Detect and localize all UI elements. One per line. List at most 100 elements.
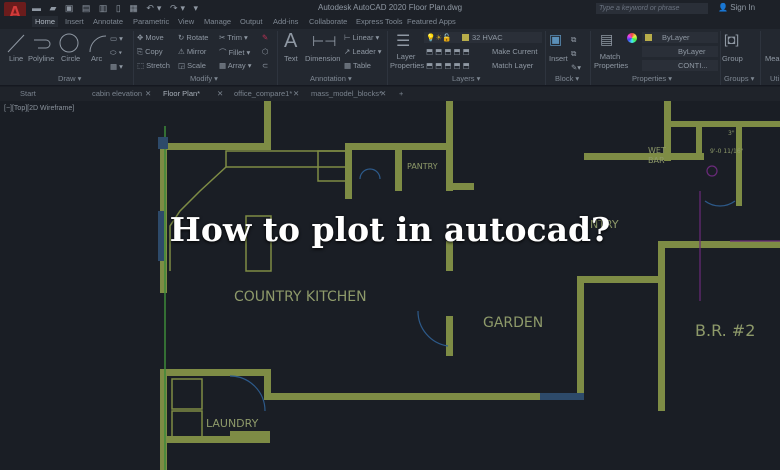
drawing-canvas[interactable]: PANTRY WET BAR 9'-0 11/16" 3" COUNTRY KI… bbox=[0, 101, 780, 470]
make-current-button[interactable]: Make Current bbox=[492, 47, 537, 56]
measure-button[interactable]: Meas bbox=[765, 54, 780, 63]
block-tools-icons[interactable]: ⧉ ⧉ ✎▾ bbox=[571, 33, 581, 75]
new-tab-button[interactable]: + bbox=[399, 89, 403, 98]
search-input[interactable]: Type a keyword or phrase bbox=[596, 3, 708, 14]
doc-tab-office-compare[interactable]: office_compare1* bbox=[234, 89, 292, 98]
title-bar: A ▬ ▰ ▣ ▤ ▥ ▯ ▦ ↶▾ ↷▾ ▾ Autodesk AutoCAD… bbox=[0, 0, 780, 24]
close-icon[interactable]: ✕ bbox=[380, 89, 386, 98]
close-icon[interactable]: ✕ bbox=[145, 89, 151, 98]
rectangle-button[interactable]: ▭ ▾ bbox=[110, 34, 123, 43]
pantry-label: PANTRY bbox=[407, 162, 438, 171]
insert-icon[interactable]: ▣ bbox=[549, 31, 562, 48]
layer-tools-icons-2[interactable]: ⬒ ⬒ ⬒ ⬒ ⬒ bbox=[426, 61, 470, 70]
explode-icon[interactable]: ⬡ bbox=[262, 47, 269, 56]
scale-icon: ◲ bbox=[178, 61, 188, 70]
erase-icon[interactable]: ✎ bbox=[262, 33, 268, 42]
sign-in-button[interactable]: 👤 Sign In bbox=[718, 3, 755, 12]
layer-properties-button[interactable]: Layer Properties bbox=[390, 52, 424, 70]
block-panel-label[interactable]: Block ▾ bbox=[555, 74, 579, 83]
layers-panel-label[interactable]: Layers ▾ bbox=[452, 74, 480, 83]
scale-button[interactable]: ◲ Scale bbox=[178, 61, 206, 70]
groups-panel-label[interactable]: Groups ▾ bbox=[724, 74, 754, 83]
layer-dropdown[interactable]: 💡☀🔓 32 HVAC bbox=[424, 32, 542, 43]
fillet-button[interactable]: ⌒ Fillet ▾ bbox=[219, 47, 250, 58]
tab-featured-apps[interactable]: Featured Apps bbox=[407, 17, 456, 26]
tab-insert[interactable]: Insert bbox=[65, 17, 84, 26]
fillet-icon: ⌒ bbox=[219, 48, 229, 57]
modify-panel-label[interactable]: Modify ▾ bbox=[190, 74, 218, 83]
text-icon[interactable]: A bbox=[284, 30, 297, 53]
tab-express-tools[interactable]: Express Tools bbox=[356, 17, 403, 26]
tab-annotate[interactable]: Annotate bbox=[93, 17, 123, 26]
group-icon[interactable]: [◘] bbox=[724, 32, 739, 47]
properties-panel-label[interactable]: Properties ▾ bbox=[632, 74, 672, 83]
array-icon: ▦ bbox=[219, 61, 228, 70]
tab-home[interactable]: Home bbox=[32, 16, 59, 27]
table-button[interactable]: ▦ Table bbox=[344, 61, 371, 70]
table-icon: ▦ bbox=[344, 61, 354, 70]
insert-button[interactable]: Insert bbox=[549, 54, 568, 63]
tab-view[interactable]: View bbox=[178, 17, 194, 26]
quick-access-toolbar[interactable]: ▬ ▰ ▣ ▤ ▥ ▯ ▦ ↶▾ ↷▾ ▾ bbox=[32, 3, 201, 14]
utilities-panel-label[interactable]: Uti bbox=[770, 74, 779, 83]
linetype-dropdown[interactable]: ByLayer bbox=[642, 46, 718, 57]
dimension-icon[interactable]: ⊢⊣ bbox=[312, 33, 336, 50]
group-button[interactable]: Group bbox=[722, 54, 743, 63]
color-dropdown[interactable]: ByLayer bbox=[642, 32, 718, 43]
dimension-button[interactable]: Dimension bbox=[305, 54, 340, 63]
layer-tools-icons[interactable]: ⬒ ⬒ ⬒ ⬒ ⬒ bbox=[426, 47, 470, 56]
mirror-button[interactable]: ⚠ Mirror bbox=[178, 47, 206, 56]
move-button[interactable]: ✥ Move bbox=[137, 33, 164, 42]
walls bbox=[160, 101, 780, 470]
line-button[interactable]: Line bbox=[9, 54, 23, 63]
tab-collaborate[interactable]: Collaborate bbox=[309, 17, 347, 26]
country-kitchen-label: COUNTRY KITCHEN bbox=[234, 289, 367, 305]
bar-label: BAR bbox=[648, 156, 665, 165]
annotation-panel-label[interactable]: Annotation ▾ bbox=[310, 74, 352, 83]
garden-label: GARDEN bbox=[483, 315, 543, 331]
user-icon: 👤 bbox=[718, 3, 731, 12]
draw-tool-icons bbox=[7, 33, 107, 53]
br2-label: B.R. #2 bbox=[695, 321, 755, 340]
polyline-button[interactable]: Polyline bbox=[28, 54, 54, 63]
tab-manage[interactable]: Manage bbox=[204, 17, 231, 26]
ellipse-button[interactable]: ⬭ ▾ bbox=[110, 48, 122, 58]
array-button[interactable]: ▦ Array ▾ bbox=[219, 61, 252, 70]
leader-button[interactable]: ↗ Leader ▾ bbox=[344, 47, 382, 56]
doc-tab-start[interactable]: Start bbox=[20, 89, 36, 98]
document-tabs: Start cabin elevation ✕ Floor Plan* ✕ offi… bbox=[0, 87, 780, 101]
tab-parametric[interactable]: Parametric bbox=[133, 17, 169, 26]
rotate-button[interactable]: ↻ Rotate bbox=[178, 33, 208, 42]
viewport-controls[interactable]: [−][Top][2D Wireframe] bbox=[4, 105, 74, 112]
layer-properties-icon[interactable]: ☰ bbox=[396, 31, 410, 51]
trim-icon: ✂ bbox=[219, 33, 228, 42]
mirror-icon: ⚠ bbox=[178, 47, 187, 56]
lineweight-dropdown[interactable]: CONTI... bbox=[642, 60, 718, 71]
close-icon[interactable]: ✕ bbox=[217, 89, 223, 98]
copy-button[interactable]: ⎘ Copy bbox=[137, 47, 163, 57]
match-properties-icon[interactable]: ▤ bbox=[600, 31, 613, 48]
hatching bbox=[158, 137, 584, 400]
trim-button[interactable]: ✂ Trim ▾ bbox=[219, 33, 248, 42]
doc-tab-mass-model-blocks[interactable]: mass_model_blocks* bbox=[311, 89, 382, 98]
match-properties-button[interactable]: Match Properties bbox=[594, 52, 628, 70]
layer-color-swatch bbox=[462, 34, 469, 41]
offset-icon[interactable]: ⊂ bbox=[262, 61, 268, 70]
hatch-button[interactable]: ▦ ▾ bbox=[110, 62, 123, 71]
tab-add-ins[interactable]: Add-ins bbox=[273, 17, 298, 26]
text-button[interactable]: Text bbox=[284, 54, 298, 63]
stretch-button[interactable]: ⬚ Stretch bbox=[137, 61, 170, 70]
doc-tab-floor-plan[interactable]: Floor Plan* bbox=[163, 89, 200, 98]
linear-button[interactable]: ⊢ Linear ▾ bbox=[344, 33, 379, 42]
stretch-icon: ⬚ bbox=[137, 61, 147, 70]
doc-tab-cabin-elevation[interactable]: cabin elevation bbox=[92, 89, 142, 98]
circle-button[interactable]: Circle bbox=[61, 54, 80, 63]
tab-output[interactable]: Output bbox=[240, 17, 263, 26]
window-title: Autodesk AutoCAD 2020 Floor Plan.dwg bbox=[318, 3, 463, 12]
overlay-title: How to plot in autocad? bbox=[169, 210, 611, 249]
arc-button[interactable]: Arc bbox=[91, 54, 102, 63]
close-icon[interactable]: ✕ bbox=[293, 89, 299, 98]
color-wheel-icon[interactable] bbox=[627, 33, 637, 43]
draw-panel-label[interactable]: Draw ▾ bbox=[58, 74, 81, 83]
match-layer-button[interactable]: Match Layer bbox=[492, 61, 533, 70]
